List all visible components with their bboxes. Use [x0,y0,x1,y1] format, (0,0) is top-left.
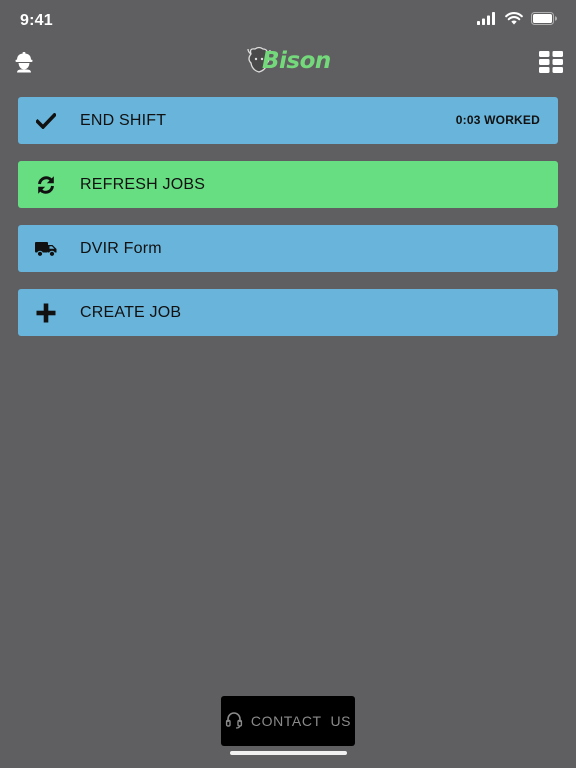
grid-menu-icon[interactable] [536,48,566,76]
cellular-signal-icon [477,12,497,30]
headset-icon [225,711,243,732]
end-shift-button[interactable]: END SHIFT 0:03 WORKED [18,97,558,144]
worked-time: 0:03 WORKED [455,113,540,127]
plus-icon [35,302,57,324]
refresh-icon [35,174,57,196]
battery-icon [531,12,558,30]
status-time: 9:41 [20,12,53,29]
worker-helmet-icon[interactable] [10,48,38,76]
action-list: END SHIFT 0:03 WORKED REFRESH JOBS DVIR … [18,97,558,353]
checkmark-icon [35,110,57,132]
contact-us-button[interactable]: CONTACT US [221,696,355,746]
status-icons [477,12,558,30]
dvir-form-label: DVIR Form [80,239,162,257]
end-shift-label: END SHIFT [80,111,167,129]
logo-text: Bison [262,48,331,74]
truck-icon [35,238,57,260]
refresh-jobs-button[interactable]: REFRESH JOBS [18,161,558,208]
status-bar: 9:41 [0,0,576,40]
home-indicator[interactable] [230,751,347,755]
wifi-icon [505,12,523,30]
contact-us-label: CONTACT US [250,713,352,729]
bison-logo: Bison [246,44,332,78]
create-job-button[interactable]: CREATE JOB [18,289,558,336]
refresh-jobs-label: REFRESH JOBS [80,175,206,193]
create-job-label: CREATE JOB [80,303,182,321]
app-header: Bison [0,40,576,84]
dvir-form-button[interactable]: DVIR Form [18,225,558,272]
